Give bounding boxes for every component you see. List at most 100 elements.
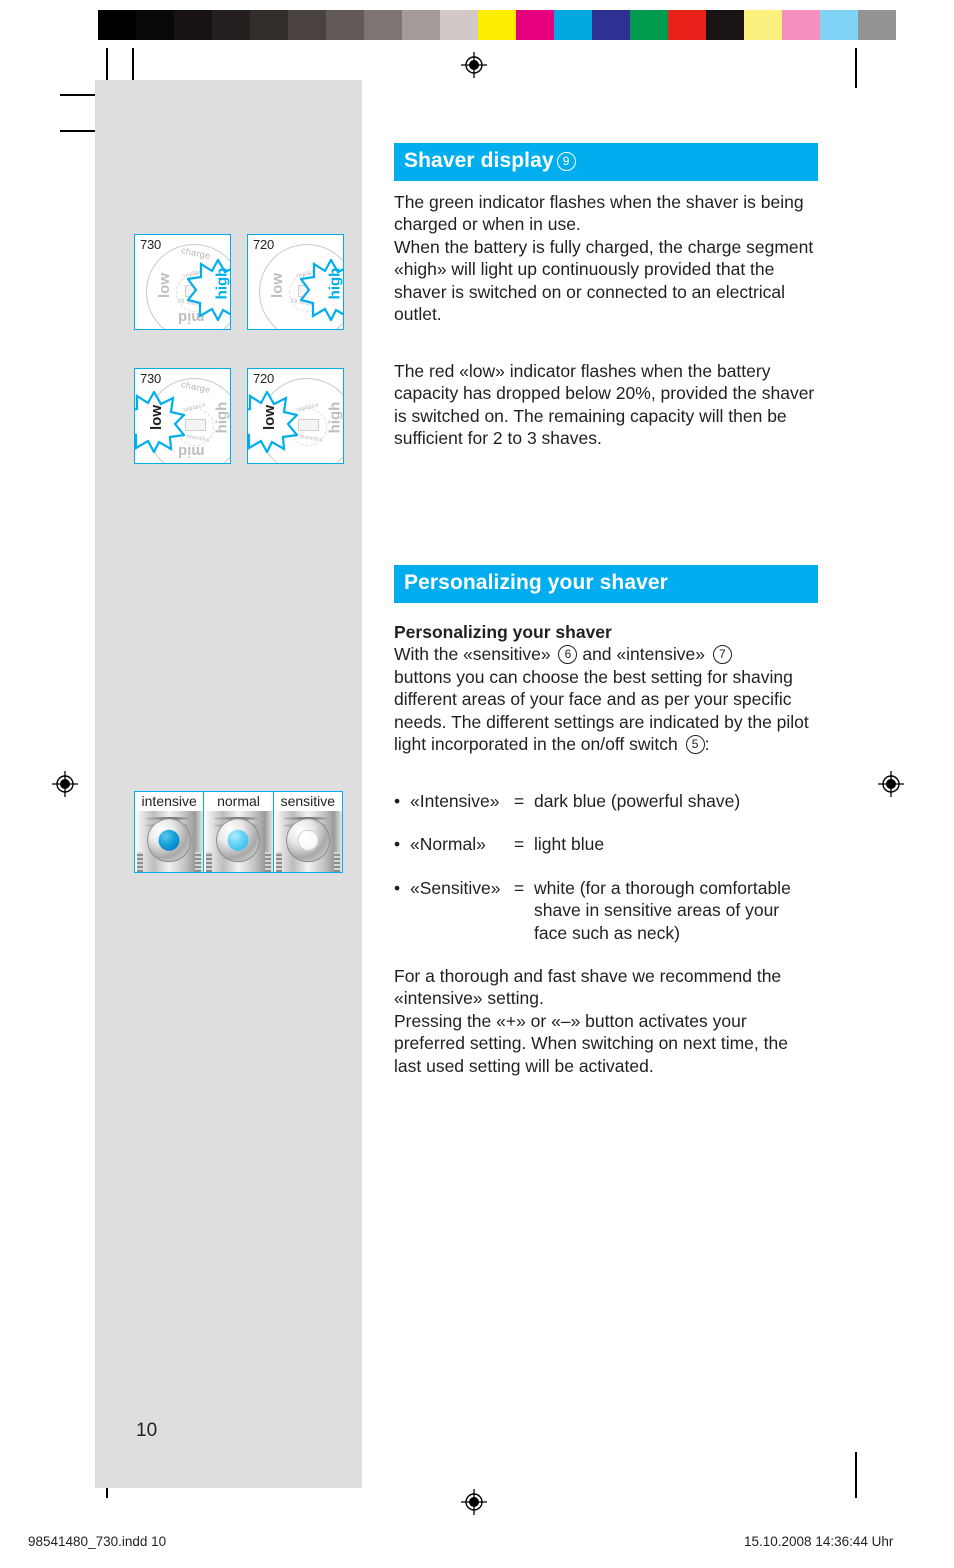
crop-mark — [855, 48, 857, 88]
model-label: 730 — [140, 371, 162, 386]
bullet-value: light blue — [534, 834, 605, 855]
shaver-body — [204, 811, 273, 872]
registration-mark-right — [878, 771, 904, 797]
color-swatch — [136, 10, 174, 40]
dial-label-high: high — [326, 401, 344, 434]
power-switch-ring — [216, 818, 261, 863]
footer-timestamp: 15.10.2008 14:36:44 Uhr — [744, 1534, 894, 1549]
color-swatch — [858, 10, 896, 40]
crop-mark — [60, 130, 96, 132]
model-label: 730 — [140, 237, 162, 252]
bullet-dot-icon: • — [394, 834, 401, 855]
list-item: • «Sensitive» = white (for a thorough co… — [394, 877, 826, 944]
bullet-label: «Normal» — [410, 834, 486, 855]
paragraph-recommendation: For a thorough and fast shave we recomme… — [394, 966, 788, 1076]
pilot-light — [158, 830, 180, 852]
figure-display-720-low: 720 replace 18 months high low — [247, 368, 344, 464]
pilot-light — [297, 830, 319, 852]
crop-mark — [855, 1452, 857, 1498]
color-swatch — [630, 10, 668, 40]
color-swatch — [174, 10, 212, 40]
subheading-personalizing: Personalizing your shaver — [394, 622, 612, 642]
bullet-value-line: shave in sensitive areas of your — [534, 900, 780, 921]
color-calibration-bar-left — [98, 10, 516, 40]
power-switch-ring — [285, 818, 330, 863]
model-label: 720 — [253, 237, 275, 252]
figure-display-730-low: 730 charge replace 18 months high mid lo… — [134, 368, 231, 464]
color-swatch — [592, 10, 630, 40]
paragraph-green-indicator: The green indicator flashes when the sha… — [394, 192, 814, 325]
color-swatch — [668, 10, 706, 40]
bullet-label: «Intensive» — [410, 791, 500, 811]
color-swatch — [212, 10, 250, 40]
bullet-dot-icon: • — [394, 791, 401, 811]
crop-mark — [60, 94, 96, 96]
bullet-equals: = — [514, 791, 525, 811]
dial-label-low: low — [261, 405, 278, 430]
list-item: • «Intensive» = dark blue (powerful shav… — [394, 790, 826, 812]
bullet-label: «Sensitive» — [410, 877, 501, 898]
bullet-equals: = — [514, 834, 525, 855]
intro-colon: : — [704, 734, 710, 755]
color-swatch — [364, 10, 402, 40]
registration-mark-left — [52, 771, 78, 797]
bullet-equals: = — [514, 877, 525, 898]
shaver-head-intensive: intensive — [135, 792, 205, 872]
dial-label-high: high — [326, 267, 344, 300]
dial-label-low: low — [148, 405, 165, 430]
footer-filename: 98541480_730.indd 10 — [28, 1534, 167, 1549]
color-swatch — [516, 10, 554, 40]
color-swatch — [326, 10, 364, 40]
figure-display-730-high: 730 charge replace 18 months low mid hig… — [134, 234, 231, 330]
section-heading-text: Shaver display — [404, 149, 554, 172]
intro-part-2: and «intensive» — [577, 644, 710, 665]
reference-number-5: 5 — [685, 735, 705, 755]
paragraph-red-low-indicator: The red «low» indicator flashes when the… — [394, 361, 815, 449]
page-number: 10 — [136, 1420, 158, 1441]
main-content-column: Shaver display 9 The green indicator flas… — [394, 143, 818, 1076]
shaver-head-sensitive: sensitive — [273, 792, 342, 872]
bullet-value: dark blue (powerful shave) — [534, 791, 741, 811]
shaver-body — [135, 811, 204, 872]
color-swatch — [706, 10, 744, 40]
bullet-dot-icon: • — [394, 877, 401, 898]
section-heading-personalizing: Personalizing your shaver — [394, 565, 818, 604]
figure-display-720-high: 720 replace 18 months low high — [247, 234, 344, 330]
bullet-value-block: white (for a thorough comfortable shave i… — [534, 877, 826, 944]
color-swatch — [554, 10, 592, 40]
figure-shaver-settings: intensive normal sensitive — [134, 791, 343, 873]
pilot-light — [227, 830, 249, 852]
reference-number-9: 9 — [556, 152, 576, 171]
color-swatch — [288, 10, 326, 40]
dial-label-low: low — [269, 273, 286, 298]
dial-label-low: low — [156, 273, 173, 298]
color-calibration-bar-right — [478, 10, 896, 40]
color-swatch — [250, 10, 288, 40]
bullet-value-line: face such as neck) — [534, 922, 680, 943]
list-item: • «Normal» = light blue — [394, 833, 826, 855]
settings-bullet-list: • «Intensive» = dark blue (powerful shav… — [394, 790, 826, 965]
bullet-value-line: white (for a thorough comfortable — [534, 877, 791, 898]
color-swatch — [98, 10, 136, 40]
model-label: 720 — [253, 371, 275, 386]
section-heading-shaver-display: Shaver display 9 — [394, 143, 818, 182]
reference-number-7: 7 — [712, 645, 732, 665]
registration-mark-top — [461, 52, 487, 78]
power-switch-ring — [147, 818, 192, 863]
section-heading-text: Personalizing your shaver — [404, 571, 668, 594]
shaver-head-caption: sensitive — [273, 792, 342, 811]
color-swatch — [402, 10, 440, 40]
intro-part-1: With the «sensitive» — [394, 644, 556, 665]
reference-number-6: 6 — [558, 645, 578, 665]
paragraph-personalizing-intro: Personalizing your shaver With the «sensi… — [394, 621, 818, 755]
color-swatch — [820, 10, 858, 40]
dial-label-high: high — [213, 267, 231, 300]
intro-part-3: buttons you can choose the best setting … — [394, 666, 809, 755]
shaver-head-caption: normal — [204, 792, 273, 811]
color-swatch — [440, 10, 478, 40]
shaver-head-normal: normal — [204, 792, 274, 872]
color-swatch — [782, 10, 820, 40]
dial-label-high: high — [213, 401, 231, 434]
color-swatch — [478, 10, 516, 40]
color-swatch — [744, 10, 782, 40]
